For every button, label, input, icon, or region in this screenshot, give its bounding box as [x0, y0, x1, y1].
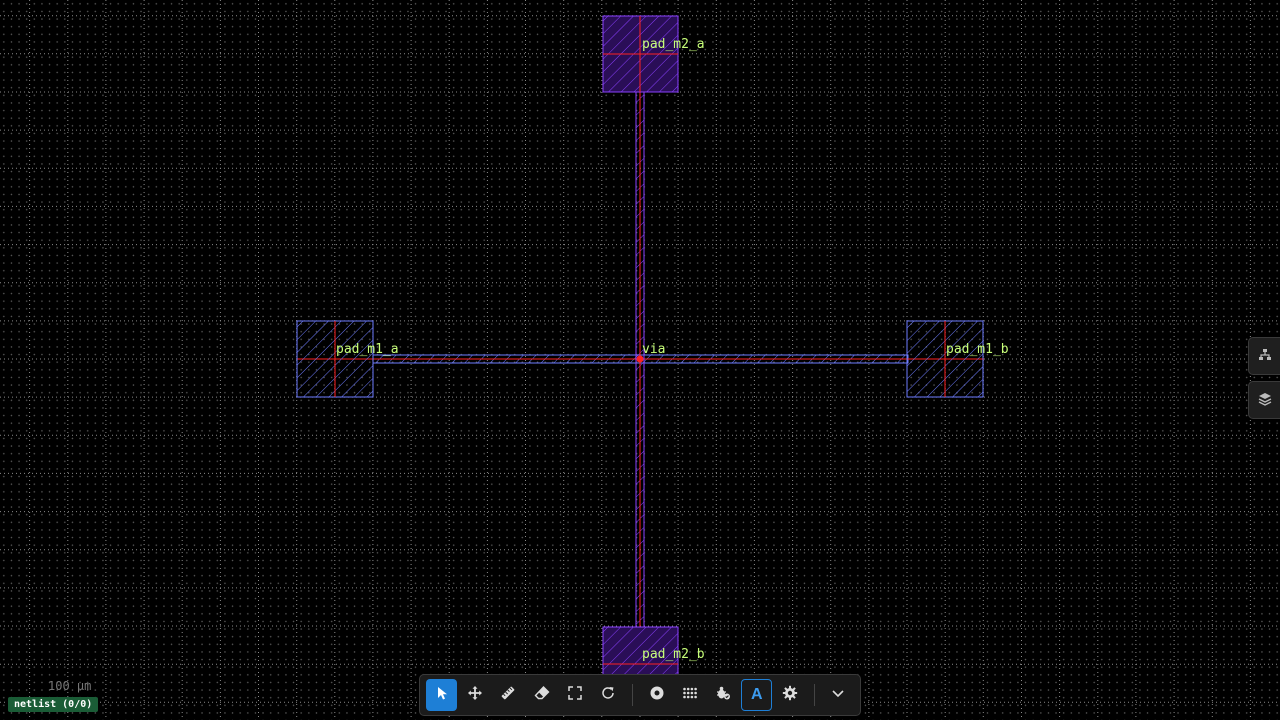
bug-check-icon — [715, 685, 731, 705]
fullscreen-icon — [567, 685, 583, 705]
rotate-button[interactable] — [593, 679, 624, 711]
label-pad-m1-a: pad_m1_a — [336, 342, 399, 357]
hierarchy-icon — [1258, 347, 1272, 366]
select-tool-button[interactable] — [426, 679, 458, 711]
cursor-icon — [434, 685, 450, 705]
text-label-toggle-button[interactable]: A — [741, 679, 773, 711]
toolbar-separator — [813, 684, 815, 706]
chevron-down-icon — [830, 685, 846, 705]
rotate-icon — [600, 685, 616, 705]
pad-m1-b[interactable] — [906, 320, 984, 398]
label-pad-m2-b: pad_m2_b — [642, 647, 705, 662]
measure-tool-button[interactable] — [493, 679, 524, 711]
scale-label: 100 µm — [48, 679, 92, 693]
netlist-badge[interactable]: netlist (0/0) — [8, 697, 99, 712]
gear-icon — [782, 685, 798, 705]
eraser-icon — [534, 685, 550, 705]
fit-view-button[interactable] — [559, 679, 590, 711]
move-icon — [467, 685, 483, 705]
erase-tool-button[interactable] — [526, 679, 557, 711]
toolbar-separator — [632, 684, 634, 706]
pad-m2-a[interactable] — [602, 15, 679, 93]
settings-button[interactable] — [774, 679, 805, 711]
circle-dot-icon — [649, 685, 665, 705]
text-a-icon: A — [750, 686, 763, 703]
drc-button[interactable] — [708, 679, 739, 711]
label-pad-m1-b: pad_m1_b — [946, 342, 1009, 357]
grid-toggle-button[interactable] — [674, 679, 705, 711]
hierarchy-panel-button[interactable] — [1248, 337, 1280, 375]
expand-toolbar-button[interactable] — [823, 679, 854, 711]
layers-icon — [1258, 391, 1272, 410]
pan-tool-button[interactable] — [459, 679, 490, 711]
label-via: via — [642, 342, 665, 357]
layout-canvas[interactable]: pad_m2_a pad_m2_b pad_m1_a pad_m1_b via — [0, 0, 1280, 720]
layers-panel-button[interactable] — [1248, 381, 1280, 419]
pad-m1-a[interactable] — [296, 320, 374, 398]
grid-icon — [682, 685, 698, 705]
ruler-icon — [500, 685, 516, 705]
via-tool-button[interactable] — [641, 679, 672, 711]
label-pad-m2-a: pad_m2_a — [642, 37, 705, 52]
bottom-toolbar: A — [419, 674, 861, 716]
